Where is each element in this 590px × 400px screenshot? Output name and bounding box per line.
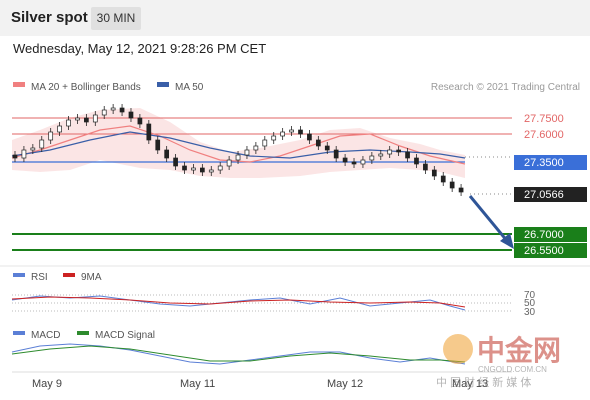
watermark-brand: 中金网 — [477, 334, 561, 366]
candle-body — [164, 149, 170, 159]
candle-body — [307, 133, 312, 141]
candle-body — [423, 163, 428, 171]
level-last: 27.0566 — [524, 189, 564, 201]
candle-body — [369, 155, 375, 161]
level-pivot: 27.3500 — [524, 157, 564, 169]
candle-body — [289, 129, 294, 133]
candle-body — [30, 147, 36, 151]
level-r2: 27.7500 — [524, 113, 564, 125]
candle-body — [57, 125, 62, 133]
candle-body — [84, 117, 89, 123]
level-s2: 26.5500 — [524, 245, 564, 257]
rsi-ma-label: 9MA — [81, 272, 102, 283]
watermark: 中金网 CNGOLD.COM.CN 中 国 财 经 新 媒 体 — [436, 334, 561, 389]
level-s1: 26.7000 — [524, 229, 564, 241]
macd-signal-line — [11, 345, 466, 363]
candle-body — [146, 123, 152, 141]
candle-body — [208, 169, 214, 173]
candle-body — [173, 157, 178, 167]
candle-body — [226, 159, 232, 167]
candle-body — [110, 107, 116, 111]
candle-body — [458, 187, 464, 193]
candle-body — [414, 157, 419, 165]
candle-body — [280, 131, 285, 137]
ma20-swatch — [13, 82, 25, 87]
candle-body — [333, 149, 339, 159]
candle-body — [324, 145, 330, 151]
watermark-logo — [443, 334, 473, 364]
candle-body — [101, 109, 107, 116]
candle-body — [75, 117, 80, 121]
candle-body — [217, 165, 223, 171]
candle-body — [12, 154, 18, 159]
macd-swatch — [13, 331, 25, 335]
candle-body — [431, 169, 437, 177]
candle-body — [378, 153, 384, 157]
candle-body — [405, 151, 410, 159]
rsi-label: RSI — [31, 272, 48, 283]
x-label-may11: May 11 — [180, 378, 215, 390]
x-label-may9: May 9 — [32, 378, 62, 390]
candle-body — [253, 145, 259, 151]
rsi-tick-30: 30 — [524, 307, 536, 318]
watermark-tagline: 中 国 财 经 新 媒 体 — [436, 375, 531, 389]
candle-body — [191, 167, 196, 171]
candle-body — [21, 149, 27, 159]
ma20-legend: MA 20 + Bollinger Bands — [31, 82, 141, 93]
watermark-url: CNGOLD.COM.CN — [478, 365, 547, 374]
candle-body — [298, 129, 303, 135]
candle-body — [244, 149, 250, 156]
projection-arrow — [468, 195, 510, 243]
ma50-legend: MA 50 — [175, 82, 204, 93]
candle-body — [449, 181, 455, 189]
candle-body — [351, 161, 357, 165]
candle-body — [440, 175, 446, 183]
candle-body — [396, 149, 401, 153]
candle-body — [92, 114, 98, 123]
candle-body — [48, 131, 54, 141]
candle-body — [128, 111, 134, 119]
rsi-swatch — [13, 273, 25, 277]
candle-body — [262, 139, 268, 147]
candle-body — [342, 157, 348, 163]
candle-body — [235, 154, 241, 161]
candle-body — [182, 165, 187, 171]
ma50-swatch — [157, 82, 169, 87]
candle-body — [200, 167, 205, 173]
candle-body — [360, 159, 366, 165]
candle-body — [271, 135, 277, 141]
candle-body — [119, 107, 125, 113]
candle-body — [66, 119, 71, 127]
macd-signal-swatch — [77, 331, 89, 335]
candle-body — [137, 117, 143, 125]
rsi-ma-line — [11, 296, 466, 308]
candle-body — [39, 139, 45, 149]
x-label-may12: May 12 — [327, 378, 363, 390]
candle-body — [315, 139, 321, 147]
candle-body — [387, 149, 393, 155]
credit-text: Research © 2021 Trading Central — [431, 82, 580, 93]
candle-body — [155, 139, 161, 151]
chart-canvas: MA 20 + Bollinger Bands MA 50 Research ©… — [0, 82, 590, 390]
rsi-ma-swatch — [63, 273, 75, 277]
macd-signal-label: MACD Signal — [95, 330, 155, 341]
level-r1: 27.6000 — [524, 129, 564, 141]
macd-label: MACD — [31, 330, 60, 341]
